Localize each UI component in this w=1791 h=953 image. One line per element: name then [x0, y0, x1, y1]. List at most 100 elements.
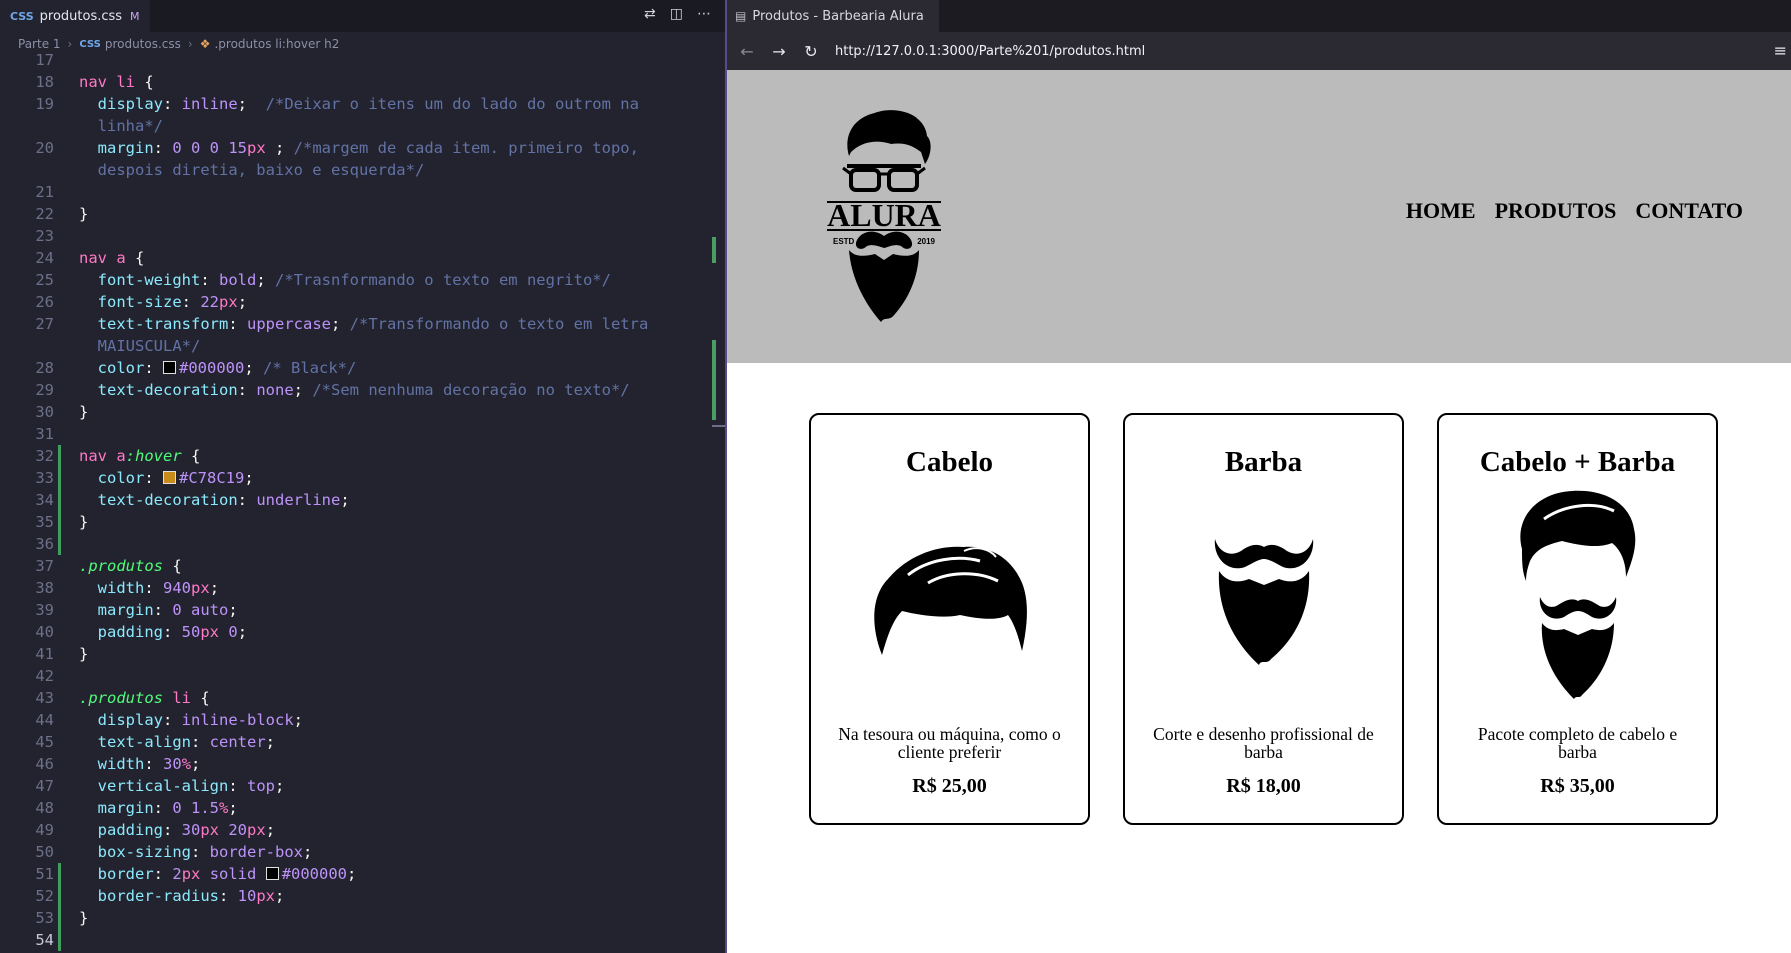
code-line[interactable]: 50 box-sizing: border-box;: [0, 841, 725, 863]
code-line[interactable]: 24 nav a {: [0, 247, 725, 269]
code-text: }: [79, 511, 88, 533]
nav-link-home[interactable]: HOME: [1406, 198, 1476, 224]
code-text: font-weight: bold; /*Trasnformando o tex…: [79, 269, 611, 291]
tab-produtos-css[interactable]: CSS produtos.css M: [0, 0, 150, 32]
more-actions-icon[interactable]: ⋯: [697, 6, 711, 22]
code-token: font-weight: [97, 271, 201, 289]
back-arrow-icon[interactable]: ←: [731, 42, 763, 61]
color-swatch-icon[interactable]: [265, 867, 279, 880]
tab-label: produtos.css: [39, 8, 123, 24]
code-text: border-radius: 10px;: [79, 885, 285, 907]
code-line[interactable]: 30}: [0, 401, 725, 423]
code-line[interactable]: 19 display: inline; /*Deixar o itens um …: [0, 93, 725, 115]
code-token: ;: [265, 139, 294, 157]
code-line[interactable]: 53}: [0, 907, 725, 929]
code-line[interactable]: 48 margin: 0 1.5%;: [0, 797, 725, 819]
line-number: 54: [35, 931, 54, 949]
code-line[interactable]: 39 margin: 0 auto;: [0, 599, 725, 621]
line-number: 17: [35, 51, 54, 69]
code-line[interactable]: 25 font-weight: bold; /*Trasnformando o …: [0, 269, 725, 291]
code-token: px: [256, 887, 276, 905]
code-line[interactable]: 46 width: 30%;: [0, 753, 725, 775]
code-token: }: [79, 205, 89, 223]
nav-link-contato[interactable]: CONTATO: [1635, 198, 1743, 224]
code-line[interactable]: 43 .produtos li {: [0, 687, 725, 709]
code-line[interactable]: 27 text-transform: uppercase; /*Transfor…: [0, 313, 725, 335]
product-title: Cabelo: [906, 446, 993, 478]
code-line[interactable]: 28 color: #000000; /* Black*/: [0, 357, 725, 379]
code-line[interactable]: 20 margin: 0 0 0 15px ; /*margem de cada…: [0, 137, 725, 159]
code-line[interactable]: despois diretia, baixo e esquerda*/: [0, 159, 725, 181]
code-token: {: [191, 689, 210, 707]
code-line[interactable]: 22}: [0, 203, 725, 225]
code-token: margin: [97, 799, 154, 817]
line-number: 30: [35, 403, 54, 421]
forward-arrow-icon[interactable]: →: [763, 42, 795, 61]
site-header: ALURA ESTD 2019 HOME PRODUTOS CONTATO: [727, 70, 1791, 363]
line-number: 31: [35, 425, 54, 443]
code-token: padding: [97, 623, 163, 641]
code-line[interactable]: 33 color: #C78C19;: [0, 467, 725, 489]
code-line[interactable]: 26 font-size: 22px;: [0, 291, 725, 313]
code-line[interactable]: 45 text-align: center;: [0, 731, 725, 753]
line-number: 24: [35, 249, 54, 267]
code-token: :: [153, 799, 173, 817]
code-token: }: [79, 909, 89, 927]
editor-tab-bar: CSS produtos.css M ⇄ ◫ ⋯: [0, 0, 725, 32]
split-editor-icon[interactable]: ◫: [670, 6, 683, 22]
code-token: color: [97, 359, 145, 377]
code-text: color: #000000; /* Black*/: [79, 357, 357, 379]
git-change-marker: [58, 907, 61, 929]
code-token: ;: [228, 601, 238, 619]
code-line[interactable]: 36: [0, 533, 725, 555]
code-token: border-box: [209, 843, 303, 861]
compare-changes-icon[interactable]: ⇄: [644, 6, 656, 22]
code-line[interactable]: 51 border: 2px solid #000000;: [0, 863, 725, 885]
code-line[interactable]: 34 text-decoration: underline;: [0, 489, 725, 511]
code-line[interactable]: 21: [0, 181, 725, 203]
code-line[interactable]: 18 nav li {: [0, 71, 725, 93]
code-token: margin: [97, 139, 154, 157]
code-token: ;: [237, 293, 248, 311]
line-number: 27: [35, 315, 54, 333]
code-line[interactable]: 47 vertical-align: top;: [0, 775, 725, 797]
code-line[interactable]: 42: [0, 665, 725, 687]
browser-tab[interactable]: ▤ Produtos - Barbearia Alura: [727, 0, 939, 32]
browser-window: ▤ Produtos - Barbearia Alura ← → ↻ http:…: [725, 0, 1791, 953]
code-line[interactable]: 38 width: 940px;: [0, 577, 725, 599]
code-line[interactable]: 41}: [0, 643, 725, 665]
color-swatch-icon[interactable]: [163, 471, 177, 484]
code-line[interactable]: 40 padding: 50px 0;: [0, 621, 725, 643]
code-token: text-decoration: [97, 491, 238, 509]
code-line[interactable]: 31: [0, 423, 725, 445]
code-line[interactable]: 17: [0, 49, 725, 71]
code-token: :: [200, 271, 219, 289]
nav-link-produtos[interactable]: PRODUTOS: [1495, 198, 1617, 224]
code-line[interactable]: 52 border-radius: 10px;: [0, 885, 725, 907]
code-line[interactable]: 54: [0, 929, 725, 951]
code-text: display: inline-block;: [79, 709, 303, 731]
reload-icon[interactable]: ↻: [795, 42, 827, 61]
code-text: .produtos {: [79, 555, 182, 577]
alura-logo[interactable]: ALURA ESTD 2019: [821, 108, 947, 322]
code-line[interactable]: 44 display: inline-block;: [0, 709, 725, 731]
code-token: px: [247, 821, 266, 839]
code-line[interactable]: MAIUSCULA*/: [0, 335, 725, 357]
code-line[interactable]: 23: [0, 225, 725, 247]
color-swatch-icon[interactable]: [163, 361, 177, 374]
code-line[interactable]: linha*/: [0, 115, 725, 137]
code-line[interactable]: 49 padding: 30px 20px;: [0, 819, 725, 841]
scrollbar-thumb[interactable]: [712, 425, 725, 427]
code-line[interactable]: 35}: [0, 511, 725, 533]
code-line[interactable]: 32 nav a:hover {: [0, 445, 725, 467]
code-token: :: [163, 711, 182, 729]
menu-icon[interactable]: ≡: [1774, 41, 1787, 60]
code-line[interactable]: 37 .produtos {: [0, 555, 725, 577]
code-line[interactable]: 29 text-decoration: none; /*Sem nenhuma …: [0, 379, 725, 401]
line-number: 37: [35, 557, 54, 575]
url-bar[interactable]: http://127.0.0.1:3000/Parte%201/produtos…: [835, 44, 1145, 59]
